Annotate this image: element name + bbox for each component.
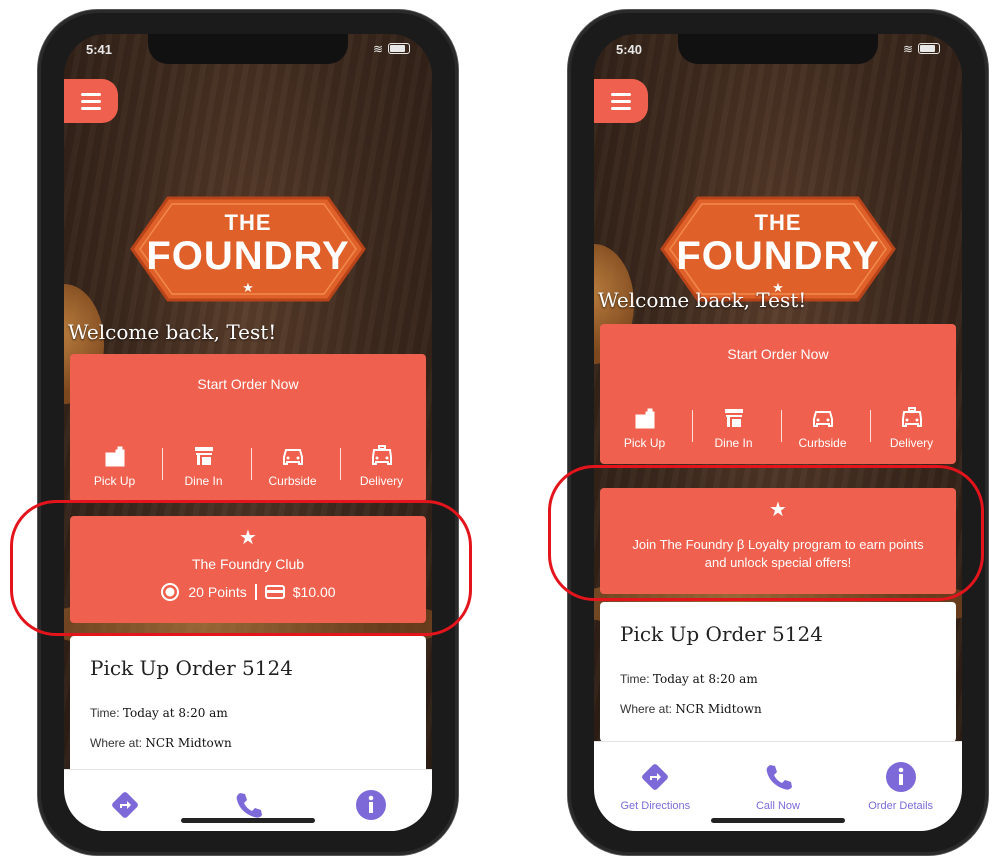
battery-icon	[388, 43, 410, 54]
tab-get-directions[interactable]	[70, 788, 180, 822]
foundry-logo: THE FOUNDRY ★	[128, 194, 368, 304]
where-label: Where at:	[620, 702, 673, 716]
logo-the-text: THE	[754, 210, 802, 235]
order-location: Where at: NCR Midtown	[620, 702, 762, 716]
device-notch	[678, 34, 878, 64]
tab-label: Get Directions	[620, 800, 691, 812]
status-indicators: ≋	[373, 42, 410, 56]
time-value: Today at 8:20 am	[652, 672, 758, 686]
status-time: 5:41	[86, 42, 113, 57]
car-front-icon	[812, 411, 833, 427]
order-methods: Pick Up Dine In Curbside Delivery	[70, 444, 426, 488]
wifi-icon: ≋	[902, 42, 913, 56]
method-delivery[interactable]: Delivery	[869, 406, 952, 450]
tab-label: Order Details	[868, 800, 934, 812]
method-pick-up[interactable]: Pick Up	[75, 444, 155, 488]
tab-label: Call Now	[755, 800, 800, 812]
start-order-card: Start Order Now Pick Up Dine In Curbside…	[600, 324, 956, 464]
home-indicator	[711, 818, 845, 823]
method-label: Delivery	[889, 436, 934, 450]
logo-star-icon: ★	[242, 280, 254, 295]
menu-bar	[81, 99, 101, 103]
order-time: Time: Today at 8:20 am	[620, 672, 758, 686]
car-front-icon	[282, 449, 303, 465]
wifi-icon: ≋	[372, 42, 383, 56]
order-title: Pick Up Order 5124	[620, 622, 823, 646]
logo-foundry-text: FOUNDRY	[676, 234, 880, 278]
shopping-bag-icon	[105, 446, 124, 467]
menu-bar	[611, 106, 631, 110]
phone-frame-left: 5:41 ≋ THE FOUNDRY ★ Welcome back, Test!…	[38, 10, 458, 855]
where-label: Where at:	[90, 736, 143, 750]
taxi-icon	[371, 445, 392, 465]
method-label: Pick Up	[93, 474, 136, 488]
method-curbside[interactable]: Curbside	[780, 406, 863, 450]
tab-call-now[interactable]: Call Now	[723, 760, 833, 812]
menu-bar	[611, 99, 631, 103]
order-info-card[interactable]: Pick Up Order 5124 Time: Today at 8:20 a…	[600, 602, 956, 742]
phone-icon	[236, 793, 262, 818]
directions-icon	[112, 792, 139, 818]
highlight-oval-right	[548, 465, 984, 601]
battery-icon	[918, 43, 940, 54]
phone-icon	[766, 765, 792, 790]
menu-bar	[81, 106, 101, 110]
start-order-title: Start Order Now	[727, 346, 829, 362]
method-label: Curbside	[268, 474, 317, 488]
device-notch	[148, 34, 348, 64]
method-dine-in[interactable]: Dine In	[161, 444, 244, 488]
order-location: Where at: NCR Midtown	[90, 736, 232, 750]
method-curbside[interactable]: Curbside	[250, 444, 333, 488]
order-methods: Pick Up Dine In Curbside Delivery	[600, 406, 956, 450]
info-icon	[355, 790, 386, 820]
menu-bar	[611, 92, 631, 96]
start-order-card: Start Order Now Pick Up Dine In Curbside…	[70, 354, 426, 502]
tab-order-details[interactable]: Order Details	[846, 760, 956, 812]
tab-order-details[interactable]	[316, 788, 426, 822]
app-screen-right: 5:40 ≋ THE FOUNDRY ★ Welcome back, Test!…	[594, 34, 962, 831]
shopping-bag-icon	[635, 408, 654, 429]
info-icon	[885, 762, 916, 792]
where-value: NCR Midtown	[675, 702, 762, 716]
storefront-icon	[194, 447, 213, 465]
home-indicator	[181, 818, 315, 823]
welcome-message: Welcome back, Test!	[598, 288, 807, 312]
logo-the-text: THE	[224, 210, 272, 235]
highlight-oval-left	[10, 500, 472, 636]
directions-icon	[642, 764, 669, 790]
taxi-icon	[901, 407, 922, 427]
status-time: 5:40	[616, 42, 643, 57]
method-label: Dine In	[184, 474, 223, 488]
order-time: Time: Today at 8:20 am	[90, 706, 228, 720]
status-indicators: ≋	[903, 42, 940, 56]
tab-get-directions[interactable]: Get Directions	[600, 760, 710, 812]
phone-frame-right: 5:40 ≋ THE FOUNDRY ★ Welcome back, Test!…	[568, 10, 988, 855]
where-value: NCR Midtown	[145, 736, 232, 750]
app-screen-left: 5:41 ≋ THE FOUNDRY ★ Welcome back, Test!…	[64, 34, 432, 831]
method-label: Delivery	[359, 474, 404, 488]
order-title: Pick Up Order 5124	[90, 656, 293, 680]
method-dine-in[interactable]: Dine In	[691, 406, 774, 450]
hamburger-menu-button[interactable]	[64, 79, 118, 123]
time-value: Today at 8:20 am	[122, 706, 228, 720]
method-pick-up[interactable]: Pick Up	[605, 406, 685, 450]
welcome-message: Welcome back, Test!	[68, 320, 277, 344]
method-label: Pick Up	[623, 436, 666, 450]
menu-bar	[81, 92, 101, 96]
start-order-title: Start Order Now	[197, 376, 299, 392]
storefront-icon	[724, 409, 743, 427]
time-label: Time:	[90, 706, 120, 720]
method-delivery[interactable]: Delivery	[339, 444, 422, 488]
time-label: Time:	[620, 672, 650, 686]
method-label: Curbside	[798, 436, 847, 450]
hamburger-menu-button[interactable]	[594, 79, 648, 123]
method-label: Dine In	[714, 436, 753, 450]
logo-foundry-text: FOUNDRY	[146, 234, 350, 278]
tab-call-now[interactable]	[193, 788, 303, 822]
